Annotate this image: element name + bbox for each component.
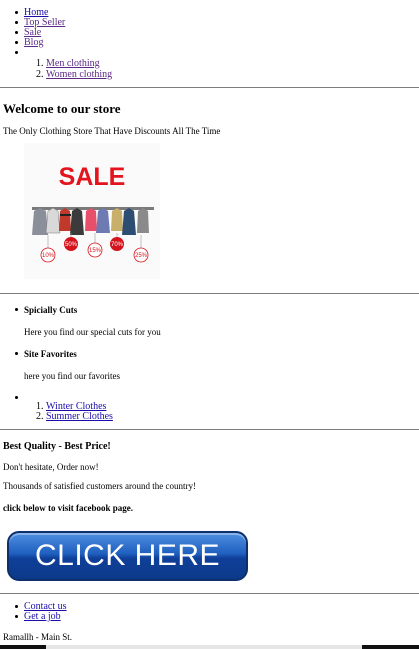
footer: Contact us Get a job (0, 602, 419, 622)
garments-icon (32, 207, 149, 235)
tag-25: 25% (135, 253, 148, 259)
divider (0, 429, 419, 430)
promo-text: Don't hesitate, Order now! (3, 462, 99, 472)
page-title: Welcome to our store (3, 101, 121, 116)
promo-title: Best Quality - Best Price! (3, 441, 111, 452)
submenu-item-men: Men clothing (46, 58, 419, 69)
footer-item-contact: Contact us (15, 602, 419, 612)
submenu-link-summer[interactable]: Summer Clothes (46, 411, 113, 422)
divider (0, 293, 419, 294)
submenu-link-men[interactable]: Men clothing (46, 58, 100, 69)
section-desc-favorites: here you find our favorites (24, 371, 120, 381)
horizontal-scrollbar[interactable] (0, 645, 419, 649)
clothing-submenu: Men clothing Women clothing (24, 48, 419, 80)
section-title-favorites: Site Favorites (24, 349, 77, 359)
sale-banner-image: SALE 10% 50% 15% 70% 25% (24, 143, 160, 279)
feature-list: Spicially Cuts Here you find our special… (0, 304, 419, 422)
sections-list: Spicially Cuts Here you find our special… (0, 304, 419, 422)
get-a-job-link[interactable]: Get a job (24, 611, 61, 622)
list-item-cuts: Spicially Cuts Here you find our special… (15, 304, 419, 338)
tag-70: 70% (111, 242, 124, 248)
nav-item-home: Home (15, 8, 419, 18)
main-menu: Home Top Seller Sale Blog Men clothing W… (0, 8, 419, 80)
promo-text: Thousands of satisfied customers around … (3, 481, 196, 491)
discount-tags: 10% 50% 15% 70% 25% (40, 233, 149, 263)
section-desc-cuts: Here you find our special cuts for you (24, 327, 161, 337)
top-navigation: Home Top Seller Sale Blog Men clothing W… (0, 8, 419, 80)
store-address: Ramallh - Main St. (3, 632, 72, 642)
sale-heading: SALE (59, 163, 126, 191)
nav-item-sale: Sale (15, 28, 419, 38)
nav-item-top-seller: Top Seller (15, 18, 419, 28)
submenu-link-women[interactable]: Women clothing (46, 69, 112, 80)
list-item-seasonal: Winter Clothes Summer Clothes (15, 392, 419, 422)
seasonal-submenu: Winter Clothes Summer Clothes (24, 392, 419, 422)
facebook-note: click below to visit facebook page. (3, 503, 133, 513)
scrollbar-thumb[interactable] (46, 645, 362, 649)
divider (0, 593, 419, 594)
list-item-favorites: Site Favorites here you find our favorit… (15, 348, 419, 382)
nav-item-submenu: Men clothing Women clothing (15, 48, 419, 80)
click-here-button[interactable]: CLICK HERE (7, 531, 248, 581)
divider (0, 87, 419, 88)
section-title-cuts: Spicially Cuts (24, 305, 78, 315)
store-tagline: The Only Clothing Store That Have Discou… (3, 126, 221, 136)
footer-item-job: Get a job (15, 611, 419, 622)
sale-illustration: SALE 10% 50% 15% 70% 25% (32, 163, 154, 263)
tag-15: 15% (89, 248, 102, 254)
footer-links: Contact us Get a job (0, 602, 419, 622)
tag-10: 10% (42, 253, 55, 259)
submenu-item-summer: Summer Clothes (46, 412, 419, 422)
submenu-item-women: Women clothing (46, 69, 419, 80)
nav-link-blog[interactable]: Blog (24, 37, 43, 48)
tag-50: 50% (65, 242, 78, 248)
nav-item-blog: Blog (15, 37, 419, 48)
